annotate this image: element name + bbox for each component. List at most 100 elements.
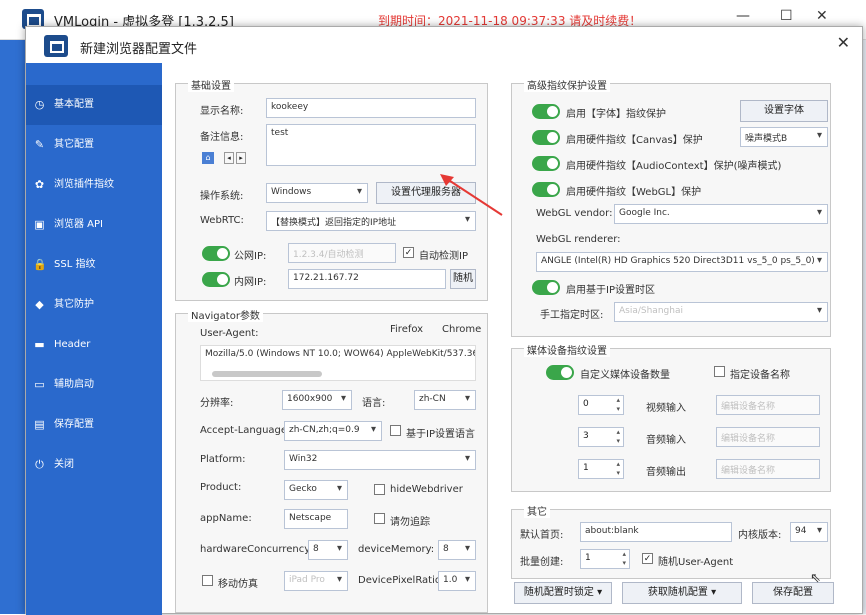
hide-webdriver-checkbox[interactable] — [374, 484, 385, 495]
sidebar-item-close[interactable]: ⏻ 关闭 — [26, 445, 162, 485]
video-input-label: 视频输入 — [646, 403, 686, 414]
lan-ip-input[interactable]: 172.21.167.72 — [288, 269, 446, 289]
audio-input-name[interactable]: 编辑设备名称 — [716, 427, 820, 447]
mouse-cursor-icon: ⇖ — [810, 571, 821, 586]
get-random-config-button[interactable]: 获取随机配置 ▾ — [622, 582, 742, 604]
auto-detect-checkbox[interactable]: ✓ — [403, 247, 414, 258]
sidebar-item-other-config[interactable]: ✎ 其它配置 — [26, 125, 162, 165]
timezone-toggle[interactable] — [532, 280, 560, 295]
video-input-stepper[interactable]: 0 — [578, 395, 624, 415]
webgl-vendor-label: WebGL vendor: — [536, 208, 613, 219]
remark-input[interactable]: test — [266, 124, 476, 166]
random-ip-button[interactable]: 随机 — [450, 269, 476, 289]
mobile-emulation-checkbox[interactable] — [202, 575, 213, 586]
sidebar-item-label: 浏览插件指纹 — [54, 179, 114, 190]
resolution-select[interactable]: 1600x900 — [282, 390, 352, 410]
public-ip-toggle[interactable] — [202, 246, 230, 261]
webrtc-label: WebRTC: — [200, 215, 244, 226]
custom-media-toggle[interactable] — [546, 365, 574, 380]
timezone-toggle-label: 启用基于IP设置时区 — [566, 285, 655, 296]
platform-select[interactable]: Win32 — [284, 450, 476, 470]
minimize-icon[interactable]: — — [736, 8, 750, 24]
timezone-select[interactable]: Asia/Shanghai — [614, 302, 828, 322]
canvas-mode-select[interactable]: 噪声模式B — [740, 127, 828, 147]
terminal-icon: ▭ — [34, 378, 45, 391]
audio-output-stepper[interactable]: 1 — [578, 459, 624, 479]
os-label: 操作系统: — [200, 191, 244, 202]
audio-input-stepper[interactable]: 3 — [578, 427, 624, 447]
sidebar-item-browser-api[interactable]: ▣ 浏览器 API — [26, 205, 162, 245]
timezone-label: 手工指定时区: — [540, 310, 604, 321]
next-icon[interactable]: ▸ — [236, 152, 246, 164]
dialog-close-icon[interactable]: ✕ — [837, 33, 850, 52]
prev-icon[interactable]: ◂ — [224, 152, 234, 164]
canvas-protect-toggle[interactable] — [532, 130, 560, 145]
webgl-renderer-select[interactable]: ANGLE (Intel(R) HD Graphics 520 Direct3D… — [536, 252, 828, 272]
public-ip-input[interactable]: 1.2.3.4/自动检测 — [288, 243, 396, 263]
firefox-link[interactable]: Firefox — [390, 324, 423, 335]
webgl-renderer-label: WebGL renderer: — [536, 234, 621, 245]
product-select[interactable]: Gecko — [284, 480, 348, 500]
video-input-name[interactable]: 编辑设备名称 — [716, 395, 820, 415]
homepage-input[interactable]: about:blank — [580, 522, 732, 542]
close-icon[interactable]: ✕ — [816, 8, 828, 24]
other-panel: 其它 默认首页: about:blank 内核版本: 94 批量创建: 1 ✓ … — [511, 503, 831, 579]
specify-name-checkbox[interactable] — [714, 366, 725, 377]
device-memory-select[interactable]: 8 — [438, 540, 476, 560]
name-input[interactable]: kookeey — [266, 98, 476, 118]
sidebar-item-header[interactable]: ▬ Header — [26, 325, 162, 365]
sidebar-item-protection[interactable]: ◆ 其它防护 — [26, 285, 162, 325]
advanced-fingerprint-panel: 高级指纹保护设置 启用【字体】指纹保护 设置字体 启用硬件指纹【Canvas】保… — [511, 77, 831, 337]
dpr-select[interactable]: 1.0 — [438, 571, 476, 591]
appname-input[interactable]: Netscape — [284, 509, 348, 529]
home-icon[interactable]: ⌂ — [202, 152, 214, 164]
accept-language-select[interactable]: zh-CN,zh;q=0.9 — [284, 421, 382, 441]
audio-output-name[interactable]: 编辑设备名称 — [716, 459, 820, 479]
lock-random-button[interactable]: 随机配置时锁定 ▾ — [514, 582, 612, 604]
sidebar-item-plugins[interactable]: ✿ 浏览插件指纹 — [26, 165, 162, 205]
lan-ip-toggle[interactable] — [202, 272, 230, 287]
webgl-protect-toggle[interactable] — [532, 182, 560, 197]
sidebar-item-save[interactable]: ▤ 保存配置 — [26, 405, 162, 445]
ua-scrollbar[interactable] — [212, 371, 322, 377]
dpr-label: DevicePixelRatio: — [358, 575, 445, 586]
resolution-label: 分辨率: — [200, 398, 234, 409]
auto-detect-label: 自动检测IP — [419, 251, 468, 262]
webgl-vendor-select[interactable]: Google Inc. — [614, 204, 828, 224]
hwc-select[interactable]: 8 — [308, 540, 348, 560]
dnt-checkbox[interactable] — [374, 513, 385, 524]
kernel-version-select[interactable]: 94 — [790, 522, 828, 542]
canvas-protect-label: 启用硬件指纹【Canvas】保护 — [566, 135, 703, 146]
maximize-icon[interactable]: ☐ — [780, 8, 793, 24]
sidebar-item-label: 保存配置 — [54, 419, 94, 430]
chevron-down-icon: ▾ — [597, 587, 603, 598]
sidebar-item-label: 辅助启动 — [54, 379, 94, 390]
sidebar-item-ssl[interactable]: 🔒 SSL 指纹 — [26, 245, 162, 285]
sidebar-item-basic[interactable]: ◷ 基本配置 — [26, 85, 162, 125]
chrome-link[interactable]: Chrome — [442, 324, 481, 335]
audio-protect-toggle[interactable] — [532, 156, 560, 171]
mobile-device-select[interactable]: iPad Pro — [284, 571, 348, 591]
audio-output-label: 音频输出 — [646, 467, 686, 478]
font-protect-label: 启用【字体】指纹保护 — [566, 109, 666, 120]
os-select[interactable]: Windows — [266, 183, 368, 203]
random-ua-label: 随机User-Agent — [658, 557, 734, 568]
font-settings-button[interactable]: 设置字体 — [740, 100, 828, 122]
homepage-label: 默认首页: — [520, 530, 564, 541]
random-ua-checkbox[interactable]: ✓ — [642, 553, 653, 564]
specify-name-label: 指定设备名称 — [730, 370, 790, 381]
sidebar-item-label: 基本配置 — [54, 99, 94, 110]
mobile-emulation-label: 移动仿真 — [218, 579, 258, 590]
font-protect-toggle[interactable] — [532, 104, 560, 119]
media-devices-panel: 媒体设备指纹设置 自定义媒体设备数量 指定设备名称 0 视频输入 编辑设备名称 … — [511, 342, 831, 492]
ip-language-checkbox[interactable] — [390, 425, 401, 436]
sidebar-item-label: Header — [54, 339, 91, 350]
platform-label: Platform: — [200, 454, 246, 465]
audio-protect-label: 启用硬件指纹【AudioContext】保护(噪声模式) — [566, 161, 782, 172]
annotation-arrow-icon — [440, 174, 503, 216]
sidebar-item-launch[interactable]: ▭ 辅助启动 — [26, 365, 162, 405]
sidebar-item-label: 关闭 — [54, 459, 74, 470]
language-select[interactable]: zh-CN — [414, 390, 476, 410]
batch-create-stepper[interactable]: 1 — [580, 549, 630, 569]
save-config-button[interactable]: 保存配置 — [752, 582, 834, 604]
